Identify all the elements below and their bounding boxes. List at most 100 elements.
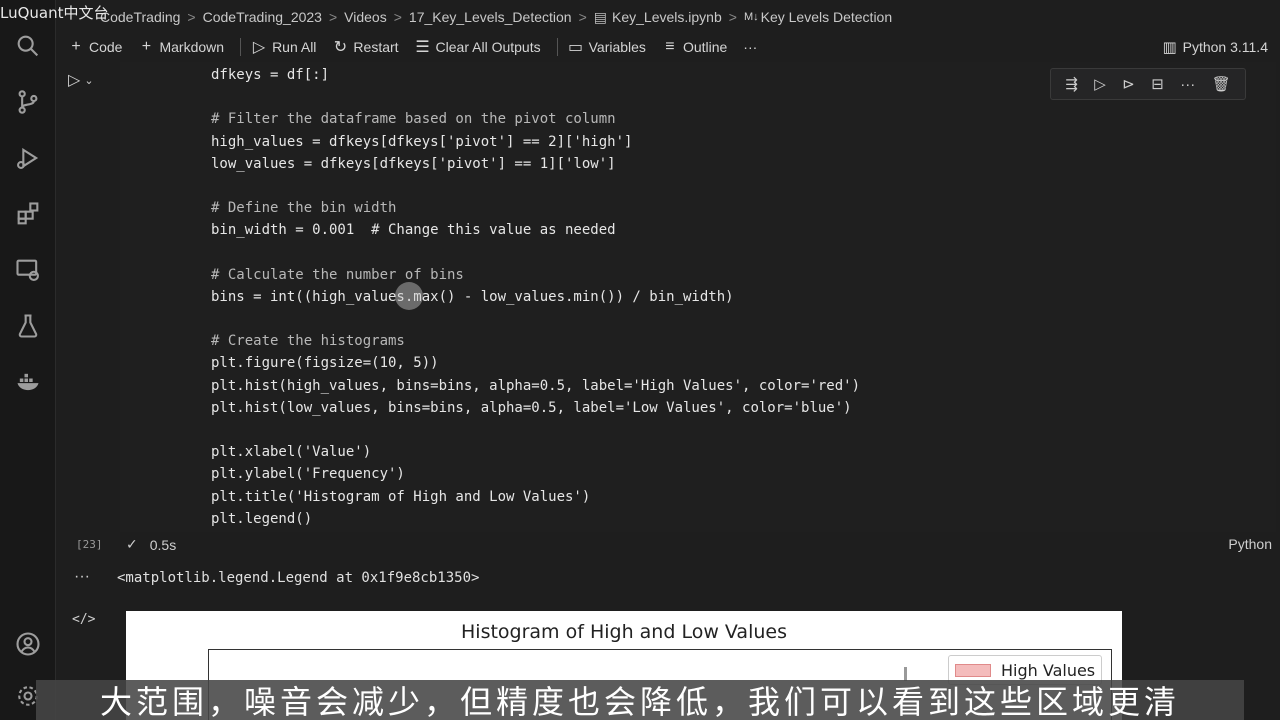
extensions-icon[interactable]	[10, 196, 46, 232]
run-debug-icon[interactable]	[10, 140, 46, 176]
plus-icon: +	[141, 38, 152, 55]
toolbar-divider	[240, 38, 242, 56]
toolbar-divider	[556, 38, 558, 56]
legend-swatch	[955, 663, 991, 677]
markdown-badge-icon: M↓	[743, 11, 759, 23]
mouse-cursor-highlight	[395, 282, 423, 310]
run-cell-icon: ▷	[68, 72, 81, 89]
restart-icon: ↻	[333, 39, 348, 56]
add-code-label: Code	[89, 39, 123, 55]
restart-button[interactable]: ↻ Restart	[332, 37, 399, 57]
code-line[interactable]	[211, 175, 860, 197]
code-line[interactable]: # Define the bin width	[211, 197, 860, 219]
variables-button[interactable]: ▭ Variables	[568, 37, 646, 57]
kernel-picker[interactable]: ▥ Python 3.11.4	[1162, 34, 1268, 60]
clear-outputs-label: Clear All Outputs	[435, 39, 541, 55]
add-markdown-cell-button[interactable]: + Markdown	[138, 38, 224, 56]
code-cell[interactable]: ▷ ⌄ dfkeys = df[:] # Filter the datafram…	[56, 62, 1280, 558]
variables-icon: ▭	[568, 39, 584, 56]
channel-watermark: LuQuant中文台	[0, 4, 109, 22]
code-line[interactable]: bin_width = 0.001 # Change this value as…	[211, 219, 860, 241]
add-markdown-label: Markdown	[159, 39, 225, 55]
breadcrumb-item[interactable]: 17_Key_Levels_Detection	[409, 9, 572, 25]
source-control-icon[interactable]	[10, 84, 46, 120]
code-block[interactable]: dfkeys = df[:] # Filter the dataframe ba…	[211, 64, 860, 530]
outline-button[interactable]: ≡ Outline	[662, 38, 727, 56]
code-line[interactable]: dfkeys = df[:]	[211, 64, 860, 86]
code-line[interactable]	[211, 242, 860, 264]
code-line[interactable]: # Filter the dataframe based on the pivo…	[211, 108, 860, 130]
cell-editor[interactable]: dfkeys = df[:] # Filter the dataframe ba…	[120, 62, 1276, 532]
kernel-label: Python 3.11.4	[1182, 39, 1268, 55]
split-cell-icon[interactable]: ⊟	[1151, 75, 1164, 93]
code-line[interactable]	[211, 308, 860, 330]
code-line[interactable]: plt.xlabel('Value')	[211, 441, 860, 463]
breadcrumb: CodeTrading > CodeTrading_2023 > Videos …	[56, 0, 1280, 34]
account-icon[interactable]	[10, 626, 46, 662]
docker-icon[interactable]	[10, 364, 46, 400]
activity-bar	[0, 0, 56, 720]
remote-explorer-icon[interactable]	[10, 252, 46, 288]
code-line[interactable]: # Calculate the number of bins	[211, 264, 860, 286]
code-line[interactable]: # Create the histograms	[211, 330, 860, 352]
cell-more-icon[interactable]: ···	[1180, 76, 1195, 93]
execution-count: [23]	[76, 538, 103, 551]
output-more-icon[interactable]: ···	[74, 568, 90, 586]
code-line[interactable]: plt.title('Histogram of High and Low Val…	[211, 486, 860, 508]
add-code-cell-button[interactable]: + Code	[68, 38, 122, 56]
cell-toolbar: ⇶ ▷ ⊳ ⊟ ··· 🗑	[1050, 68, 1246, 100]
chevron-down-icon[interactable]: ⌄	[84, 74, 93, 87]
breadcrumb-item[interactable]: CodeTrading	[100, 9, 180, 25]
breadcrumb-separator: >	[393, 9, 402, 25]
code-line[interactable]: plt.hist(high_values, bins=bins, alpha=0…	[211, 375, 860, 397]
execute-above-icon[interactable]: ⇶	[1065, 75, 1078, 93]
kernel-icon: ▥	[1162, 39, 1177, 56]
plus-icon: +	[71, 38, 81, 55]
code-line[interactable]	[211, 419, 860, 441]
testing-flask-icon[interactable]	[10, 308, 46, 344]
execute-below-icon[interactable]: ⊳	[1122, 75, 1135, 93]
checkmark-icon: ✓	[126, 536, 138, 552]
cell-status-bar: [23] ✓ 0.5s Python	[56, 532, 1280, 558]
run-all-icon: ▷	[252, 39, 266, 56]
cell-run-button[interactable]: ▷ ⌄	[68, 70, 94, 90]
output-text: <matplotlib.legend.Legend at 0x1f9e8cb13…	[117, 570, 480, 586]
clear-all-outputs-button[interactable]: ☰ Clear All Outputs	[415, 37, 541, 57]
code-line[interactable]: plt.ylabel('Frequency')	[211, 463, 860, 485]
run-all-button[interactable]: ▷ Run All	[251, 37, 317, 57]
code-line[interactable]: plt.hist(low_values, bins=bins, alpha=0.…	[211, 397, 860, 419]
clear-outputs-icon: ☰	[415, 39, 430, 56]
code-line[interactable]: high_values = dfkeys[dfkeys['pivot'] == …	[211, 131, 860, 153]
execution-time: 0.5s	[149, 536, 177, 553]
breadcrumb-separator: >	[328, 9, 338, 25]
code-line[interactable]	[211, 86, 860, 108]
breadcrumb-separator: >	[728, 9, 737, 25]
outline-icon: ≡	[665, 38, 675, 55]
more-icon: ···	[743, 39, 758, 55]
execution-status: ✓ 0.5s	[126, 536, 176, 553]
plot-title: Histogram of High and Low Values	[461, 621, 787, 643]
outline-label: Outline	[682, 39, 728, 55]
breadcrumb-item[interactable]: CodeTrading_2023	[203, 9, 322, 25]
code-line[interactable]: bins = int((high_values.max() - low_valu…	[211, 286, 860, 308]
run-all-label: Run All	[272, 39, 317, 55]
video-subtitle: 大范围，噪音会减少，但精度也会降低，我们可以看到这些区域更清	[36, 680, 1244, 720]
more-actions-button[interactable]: ···	[743, 39, 757, 55]
variables-label: Variables	[588, 39, 646, 55]
search-icon[interactable]	[10, 28, 46, 64]
breadcrumb-item[interactable]: Videos	[344, 9, 387, 25]
output-code-icon[interactable]: </>	[72, 612, 95, 627]
restart-label: Restart	[353, 39, 399, 55]
execute-cell-icon[interactable]: ▷	[1094, 75, 1106, 93]
code-line[interactable]: plt.figure(figsize=(10, 5))	[211, 352, 860, 374]
delete-cell-icon[interactable]: 🗑	[1212, 75, 1231, 93]
cell-language-label[interactable]: Python	[1228, 536, 1272, 552]
breadcrumb-separator: >	[578, 9, 587, 25]
breadcrumb-item[interactable]: Key Levels Detection	[761, 9, 893, 25]
code-line[interactable]: plt.legend()	[211, 508, 860, 530]
notebook-toolbar: + Code + Markdown ▷ Run All ↻ Restart ☰ …	[56, 34, 1280, 60]
notebook-file-icon: ▤	[593, 8, 607, 25]
code-line[interactable]: low_values = dfkeys[dfkeys['pivot'] == 1…	[211, 153, 860, 175]
breadcrumb-separator: >	[187, 9, 196, 25]
breadcrumb-item[interactable]: Key_Levels.ipynb	[612, 9, 722, 25]
